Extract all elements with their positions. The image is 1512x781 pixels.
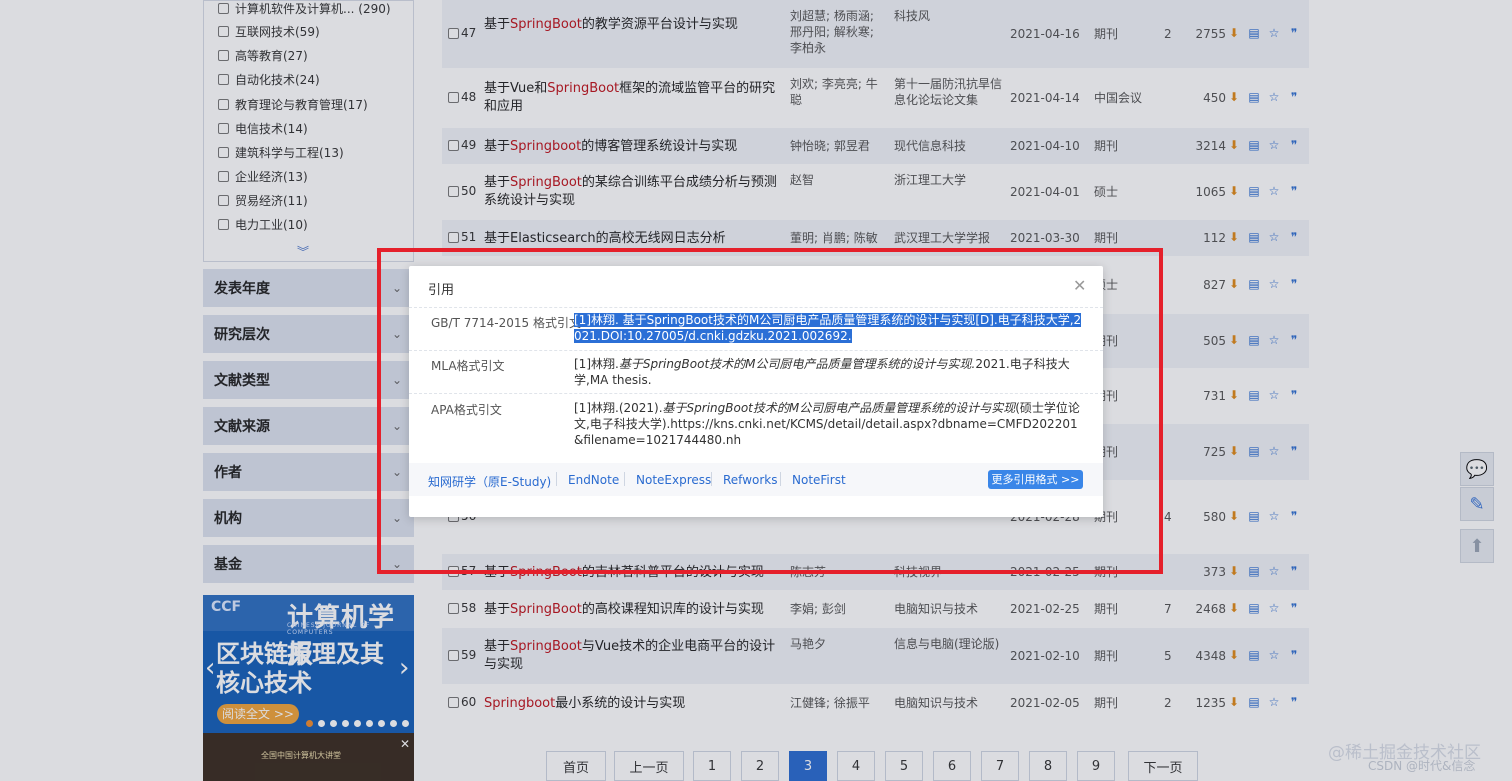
- annotation-highlight-box: [377, 248, 1163, 574]
- page: ︾ 计算机软件及计算机... (290) 互联网技术(59) 高等教育(27) 自动化…: [0, 0, 1512, 781]
